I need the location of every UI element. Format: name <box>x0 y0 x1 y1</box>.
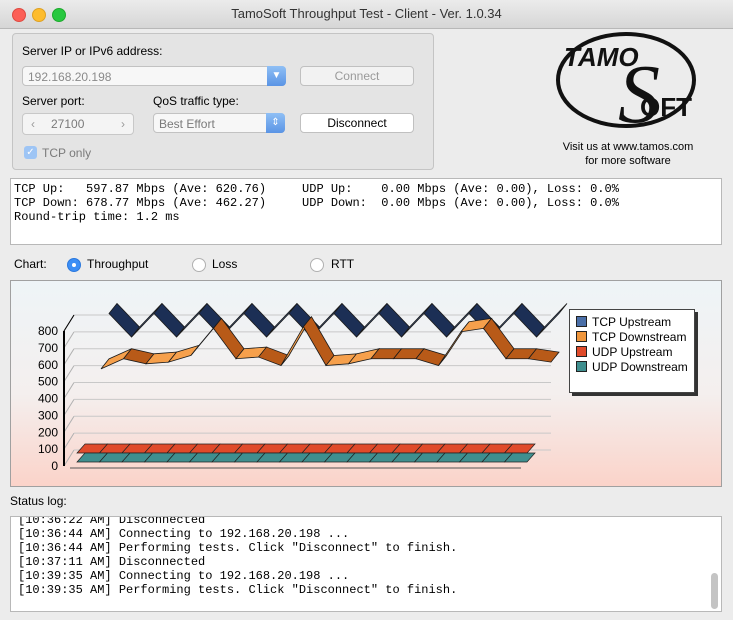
stats-line: Round-trip time: 1.2 ms <box>14 210 180 224</box>
gridline-depth <box>63 415 75 433</box>
tcp-upstream-segment <box>536 303 568 338</box>
log-line: [10:36:44 AM] Connecting to 192.168.20.1… <box>18 527 350 541</box>
y-tick-label: 700 <box>38 341 58 355</box>
gridline-depth <box>63 365 75 382</box>
chevron-updown-icon[interactable]: ⇕ <box>266 113 285 133</box>
legend-swatch <box>576 361 587 372</box>
status-log-lines: [10:36:22 AM] Disconnected [10:36:44 AM]… <box>18 516 458 597</box>
gridline-depth <box>63 399 75 416</box>
y-tick-label: 600 <box>38 358 58 372</box>
server-address-value: 192.168.20.198 <box>28 70 112 84</box>
legend-swatch <box>576 331 587 342</box>
server-address-label: Server IP or IPv6 address: <box>22 44 163 58</box>
server-port-label: Server port: <box>22 94 85 108</box>
legend-swatch <box>576 346 587 357</box>
status-log[interactable]: [10:36:22 AM] Disconnected [10:36:44 AM]… <box>10 516 722 612</box>
y-tick-label: 100 <box>38 442 58 456</box>
gridline-depth <box>63 432 75 450</box>
visit-line-1: Visit us at www.tamos.com <box>562 141 694 153</box>
visit-line-2: for more software <box>585 155 671 167</box>
y-tick-label: 200 <box>38 425 58 439</box>
disconnect-button[interactable]: Disconnect <box>300 113 414 133</box>
y-axis-top <box>63 314 75 332</box>
connect-button[interactable]: Connect <box>300 66 414 86</box>
tcp-downstream-segment <box>212 317 245 360</box>
qos-label: QoS traffic type: <box>153 94 239 108</box>
logo-text-bottom: OFT <box>640 92 692 122</box>
y-tick-label: 300 <box>38 408 58 422</box>
log-scrollbar-thumb[interactable] <box>711 573 718 609</box>
legend-swatch <box>576 316 587 327</box>
visit-text: Visit us at www.tamos.com for more softw… <box>540 140 716 168</box>
y-tick-label: 500 <box>38 375 58 389</box>
stats-panel: TCP Up: 597.87 Mbps (Ave: 620.76) UDP Up… <box>10 178 722 245</box>
title-bar: TamoSoft Throughput Test - Client - Ver.… <box>0 0 733 29</box>
tamosoft-logo: TAMO S OFT <box>552 30 700 141</box>
log-line: [10:39:35 AM] Performing tests. Click "D… <box>18 583 458 597</box>
server-port-value: 27100 <box>51 117 85 131</box>
log-line: [10:37:11 AM] Disconnected <box>18 555 206 569</box>
chart-legend: TCP Upstream TCP Downstream UDP Upstream… <box>569 309 695 393</box>
legend-label: UDP Upstream <box>592 345 673 359</box>
tcp-only-label: TCP only <box>42 146 92 160</box>
throughput-radio-label[interactable]: Throughput <box>87 257 148 273</box>
throughput-radio[interactable] <box>67 258 81 272</box>
server-port-stepper[interactable]: ‹ 27100 › <box>22 113 134 135</box>
gridline-depth <box>63 331 75 349</box>
y-tick-label: 800 <box>38 324 58 338</box>
chevron-down-icon[interactable]: ▼ <box>267 66 286 86</box>
tcp-downstream-segment <box>303 315 335 367</box>
throughput-chart: 800 700 600 500 400 300 200 100 0 TCP Upstream T… <box>10 280 722 487</box>
y-tick-label: 400 <box>38 392 58 406</box>
increment-icon[interactable]: › <box>121 117 125 131</box>
rtt-radio[interactable] <box>310 258 324 272</box>
legend-label: UDP Downstream <box>592 360 688 374</box>
server-address-combo[interactable]: 192.168.20.198 ▼ <box>22 66 286 86</box>
tcp-only-checkbox[interactable]: ✓ <box>24 146 37 159</box>
tcp-downstream-segment <box>482 317 515 360</box>
log-line: [10:39:35 AM] Connecting to 192.168.20.1… <box>18 569 350 583</box>
gridline-depth <box>63 449 75 467</box>
window-title: TamoSoft Throughput Test - Client - Ver.… <box>231 6 502 21</box>
stats-line: TCP Up: 597.87 Mbps (Ave: 620.76) UDP Up… <box>14 182 619 196</box>
gridline-depth <box>63 348 75 366</box>
qos-value: Best Effort <box>159 117 215 131</box>
stats-line: TCP Down: 678.77 Mbps (Ave: 462.27) UDP … <box>14 196 619 210</box>
loss-radio-label[interactable]: Loss <box>212 257 237 273</box>
decrement-icon[interactable]: ‹ <box>31 117 35 131</box>
loss-radio[interactable] <box>192 258 206 272</box>
legend-label: TCP Downstream <box>592 330 687 344</box>
status-log-label: Status log: <box>10 494 67 508</box>
qos-select[interactable]: Best Effort ⇕ <box>153 113 285 133</box>
y-tick-label: 0 <box>51 459 58 473</box>
rtt-radio-label[interactable]: RTT <box>331 257 354 273</box>
chart-mode-label: Chart: <box>14 257 47 271</box>
gridline-depth <box>63 382 75 399</box>
log-line: [10:36:22 AM] Disconnected <box>18 516 206 527</box>
log-line: [10:36:44 AM] Performing tests. Click "D… <box>18 541 458 555</box>
legend-label: TCP Upstream <box>592 315 672 329</box>
